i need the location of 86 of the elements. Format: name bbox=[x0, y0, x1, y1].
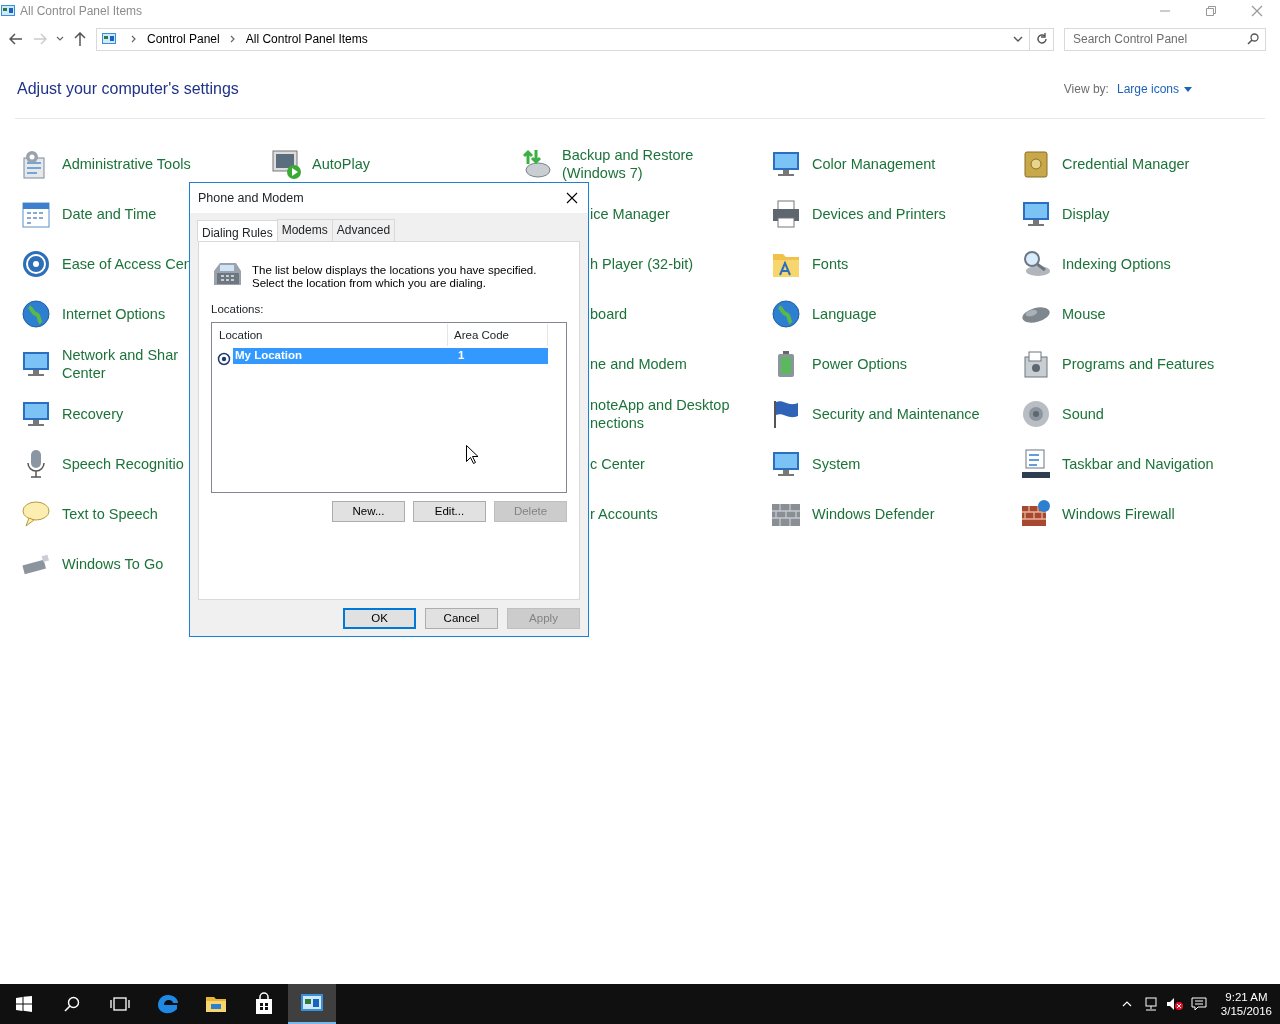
settings-item-link[interactable]: Language bbox=[812, 305, 877, 323]
dialog-title: Phone and Modem bbox=[198, 189, 304, 207]
view-by-label: View by: bbox=[1063, 81, 1109, 98]
settings-item-link[interactable]: noteApp and Desktop nections bbox=[590, 396, 730, 432]
dialog-button[interactable]: Cancel bbox=[425, 608, 498, 629]
control-panel-icon bbox=[0, 3, 16, 19]
settings-item-link[interactable]: Taskbar and Navigation bbox=[1062, 455, 1214, 473]
back-arrow-icon bbox=[9, 33, 23, 45]
settings-item-link[interactable]: Network and Shar Center bbox=[62, 346, 179, 382]
view-mode-dropdown[interactable]: Large icons bbox=[1116, 80, 1192, 98]
settings-item-link[interactable]: Programs and Features bbox=[1062, 355, 1215, 373]
column-header[interactable]: Location bbox=[217, 324, 448, 347]
up-arrow-icon bbox=[74, 32, 86, 46]
refresh-icon bbox=[1035, 33, 1048, 45]
close-icon bbox=[566, 192, 578, 204]
globe-icon[interactable] bbox=[20, 298, 52, 330]
settings-item-link[interactable]: Windows Firewall bbox=[1062, 505, 1175, 523]
search-field[interactable]: Search Control Panel bbox=[1064, 27, 1266, 51]
page-heading: Adjust your computer's settings bbox=[17, 79, 239, 99]
tab[interactable]: Advanced bbox=[331, 219, 396, 241]
settings-item-link[interactable]: Internet Options bbox=[62, 305, 166, 323]
description-text: The list below displays the locations you have specified. Select the location from which you are dialing. bbox=[252, 263, 538, 290]
settings-item-link[interactable]: Text to Speech bbox=[62, 505, 158, 523]
monitor-play-icon[interactable] bbox=[270, 148, 302, 180]
settings-item-link[interactable]: Date and Time bbox=[62, 205, 157, 223]
taskbar-app-button[interactable] bbox=[288, 984, 336, 1024]
control-panel-icon bbox=[101, 31, 119, 47]
clock-time: 9:21 AM bbox=[1224, 990, 1269, 1004]
chevron-down-icon[interactable] bbox=[1013, 35, 1023, 43]
dialog-button[interactable]: Edit... bbox=[413, 501, 486, 523]
settings-item-link[interactable]: r Accounts bbox=[590, 505, 658, 523]
taskbar-icon[interactable] bbox=[1020, 448, 1052, 480]
settings-item-link[interactable]: Display bbox=[1062, 205, 1110, 223]
settings-item-link[interactable]: Windows To Go bbox=[62, 555, 164, 573]
clock-date: 3/15/2016 bbox=[1220, 1004, 1272, 1018]
disc-icon[interactable] bbox=[20, 248, 52, 280]
edge-browser-icon bbox=[156, 992, 180, 1016]
settings-item-link[interactable]: System bbox=[812, 455, 861, 473]
message-icon bbox=[1190, 997, 1207, 1011]
settings-item-link[interactable]: h Player (32-bit) bbox=[590, 255, 694, 273]
windows-logo-icon bbox=[16, 996, 32, 1012]
network-icon bbox=[1142, 997, 1159, 1011]
settings-item-link[interactable]: Power Options bbox=[812, 355, 908, 373]
breadcrumb-link[interactable]: Control Panel bbox=[143, 30, 224, 48]
settings-item-link[interactable]: Color Management bbox=[812, 155, 936, 173]
search-placeholder: Search Control Panel bbox=[1073, 31, 1188, 48]
column-header[interactable]: Area Code bbox=[448, 324, 548, 347]
settings-item-link[interactable]: Administrative Tools bbox=[62, 155, 191, 173]
mouse-pointer-icon bbox=[466, 445, 478, 465]
settings-item-link[interactable]: Mouse bbox=[1062, 305, 1106, 323]
search-icon bbox=[64, 996, 80, 1012]
settings-item-link[interactable]: board bbox=[590, 305, 628, 323]
task-view-icon bbox=[110, 997, 130, 1011]
settings-item-link[interactable]: Sound bbox=[1062, 405, 1104, 423]
settings-item-link[interactable]: AutoPlay bbox=[312, 155, 371, 173]
settings-item-link[interactable]: Fonts bbox=[812, 255, 849, 273]
settings-item-link[interactable]: Recovery bbox=[62, 405, 124, 423]
settings-item-link[interactable]: Credential Manager bbox=[1062, 155, 1190, 173]
speaker-muted-icon bbox=[1165, 997, 1184, 1011]
settings-item-link[interactable]: Backup and Restore (Windows 7) bbox=[562, 146, 694, 182]
settings-item-link[interactable]: Windows Defender bbox=[812, 505, 935, 523]
breadcrumb-link[interactable]: All Control Panel Items bbox=[241, 30, 372, 48]
chevron-up-icon bbox=[1121, 1001, 1132, 1007]
settings-item-link[interactable]: Speech Recognitio bbox=[62, 455, 184, 473]
chevron-down-icon bbox=[56, 36, 64, 42]
forward-arrow-icon bbox=[33, 33, 47, 45]
printer-icon[interactable] bbox=[770, 198, 802, 230]
restore-icon bbox=[1206, 6, 1216, 16]
dialog-button[interactable]: New... bbox=[332, 501, 405, 523]
globe-icon[interactable] bbox=[770, 298, 802, 330]
search-icon bbox=[1247, 33, 1259, 45]
settings-item-link[interactable]: Indexing Options bbox=[1062, 255, 1171, 273]
settings-item-link[interactable]: ne and Modem bbox=[590, 355, 687, 373]
address-bar[interactable]: Control Panel All Control Panel Items bbox=[96, 27, 1054, 51]
caret-icon bbox=[1184, 86, 1192, 92]
speaker-icon[interactable] bbox=[1020, 398, 1052, 430]
locations-list[interactable]: Location Area Code My Location 1 bbox=[211, 322, 567, 494]
settings-item-link[interactable]: Devices and Printers bbox=[812, 205, 946, 223]
settings-item-link[interactable]: c Center bbox=[590, 455, 645, 473]
tab[interactable]: Dialing Rules bbox=[197, 220, 278, 241]
dialog-button[interactable]: OK bbox=[343, 608, 416, 629]
settings-item-link[interactable]: ice Manager bbox=[590, 205, 670, 223]
window-title: All Control Panel Items bbox=[20, 3, 143, 20]
close-icon bbox=[1251, 5, 1263, 17]
locations-label: Locations: bbox=[211, 302, 265, 317]
settings-item-link[interactable]: Security and Maintenance bbox=[812, 405, 980, 423]
